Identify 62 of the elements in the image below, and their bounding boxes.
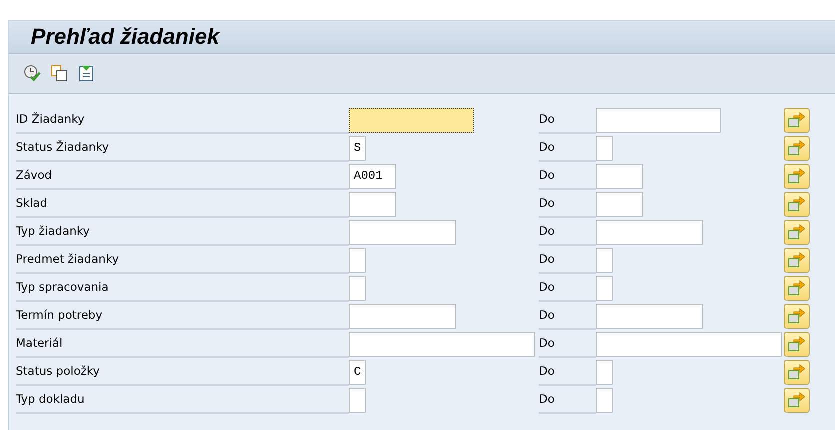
copy-icon: [51, 65, 68, 82]
multiple-selection-icon: [788, 364, 806, 380]
from-input-field[interactable]: C: [349, 360, 366, 384]
to-input-field[interactable]: [596, 388, 613, 412]
multiple-selection-button[interactable]: [784, 360, 810, 384]
from-input-field[interactable]: [349, 220, 456, 244]
field-label: Status položky: [16, 358, 349, 386]
to-input-field[interactable]: [596, 276, 613, 300]
multiple-selection-icon: [788, 252, 806, 268]
multiple-selection-icon: [788, 280, 806, 296]
screen-title: Prehľad žiadaniek: [31, 24, 220, 50]
multiple-selection-icon: [788, 336, 806, 352]
multiple-selection-icon: [788, 224, 806, 240]
multiple-selection-button[interactable]: [784, 164, 810, 188]
multiple-selection-icon: [788, 112, 806, 128]
field-label: Typ žiadanky: [16, 218, 349, 246]
multiple-selection-icon: [788, 196, 806, 212]
to-input-field[interactable]: [596, 220, 703, 244]
to-input-field[interactable]: [596, 164, 643, 188]
multiple-selection-button[interactable]: [784, 332, 810, 356]
multiple-selection-icon: [788, 308, 806, 324]
field-label: Status Žiadanky: [16, 134, 349, 162]
field-label: Závod: [16, 162, 349, 190]
field-label: Typ spracovania: [16, 274, 349, 302]
execute-button[interactable]: [24, 65, 41, 82]
clock-check-icon: [24, 65, 41, 82]
multiple-selection-button[interactable]: [784, 304, 810, 328]
multiple-selection-button[interactable]: [784, 136, 810, 160]
from-input-field[interactable]: [349, 276, 366, 300]
document-icon: [78, 65, 95, 82]
from-input-field[interactable]: A001: [349, 164, 396, 188]
multiple-selection-button[interactable]: [784, 276, 810, 300]
to-input-field[interactable]: [596, 192, 643, 216]
field-label: Termín potreby: [16, 302, 349, 330]
field-label: Typ dokladu: [16, 386, 349, 414]
multiple-selection-button[interactable]: [784, 192, 810, 216]
to-input-field[interactable]: [596, 332, 782, 356]
to-input-field[interactable]: [596, 136, 613, 160]
from-input-field[interactable]: [349, 304, 456, 328]
to-input-field[interactable]: [596, 304, 703, 328]
field-label: Materiál: [16, 330, 349, 358]
to-input-field[interactable]: [596, 360, 613, 384]
field-label: Predmet žiadanky: [16, 246, 349, 274]
multiple-selection-icon: [788, 140, 806, 156]
multiple-selection-icon: [788, 392, 806, 408]
from-input-field[interactable]: [349, 332, 535, 356]
multiple-selection-button[interactable]: [784, 108, 810, 132]
multiple-selection-button[interactable]: [784, 248, 810, 272]
from-input-field[interactable]: [349, 248, 366, 272]
to-input-field[interactable]: [596, 108, 721, 132]
from-input-field[interactable]: [349, 192, 396, 216]
copy-button[interactable]: [51, 65, 68, 82]
multiple-selection-button[interactable]: [784, 220, 810, 244]
multiple-selection-icon: [788, 168, 806, 184]
field-label: Sklad: [16, 190, 349, 218]
from-input-field[interactable]: S: [349, 136, 366, 160]
variant-button[interactable]: [78, 65, 95, 82]
from-input-field[interactable]: [349, 388, 366, 412]
field-label: ID Žiadanky: [16, 106, 349, 134]
to-input-field[interactable]: [596, 248, 613, 272]
from-input-field[interactable]: [349, 108, 474, 132]
multiple-selection-button[interactable]: [784, 388, 810, 412]
